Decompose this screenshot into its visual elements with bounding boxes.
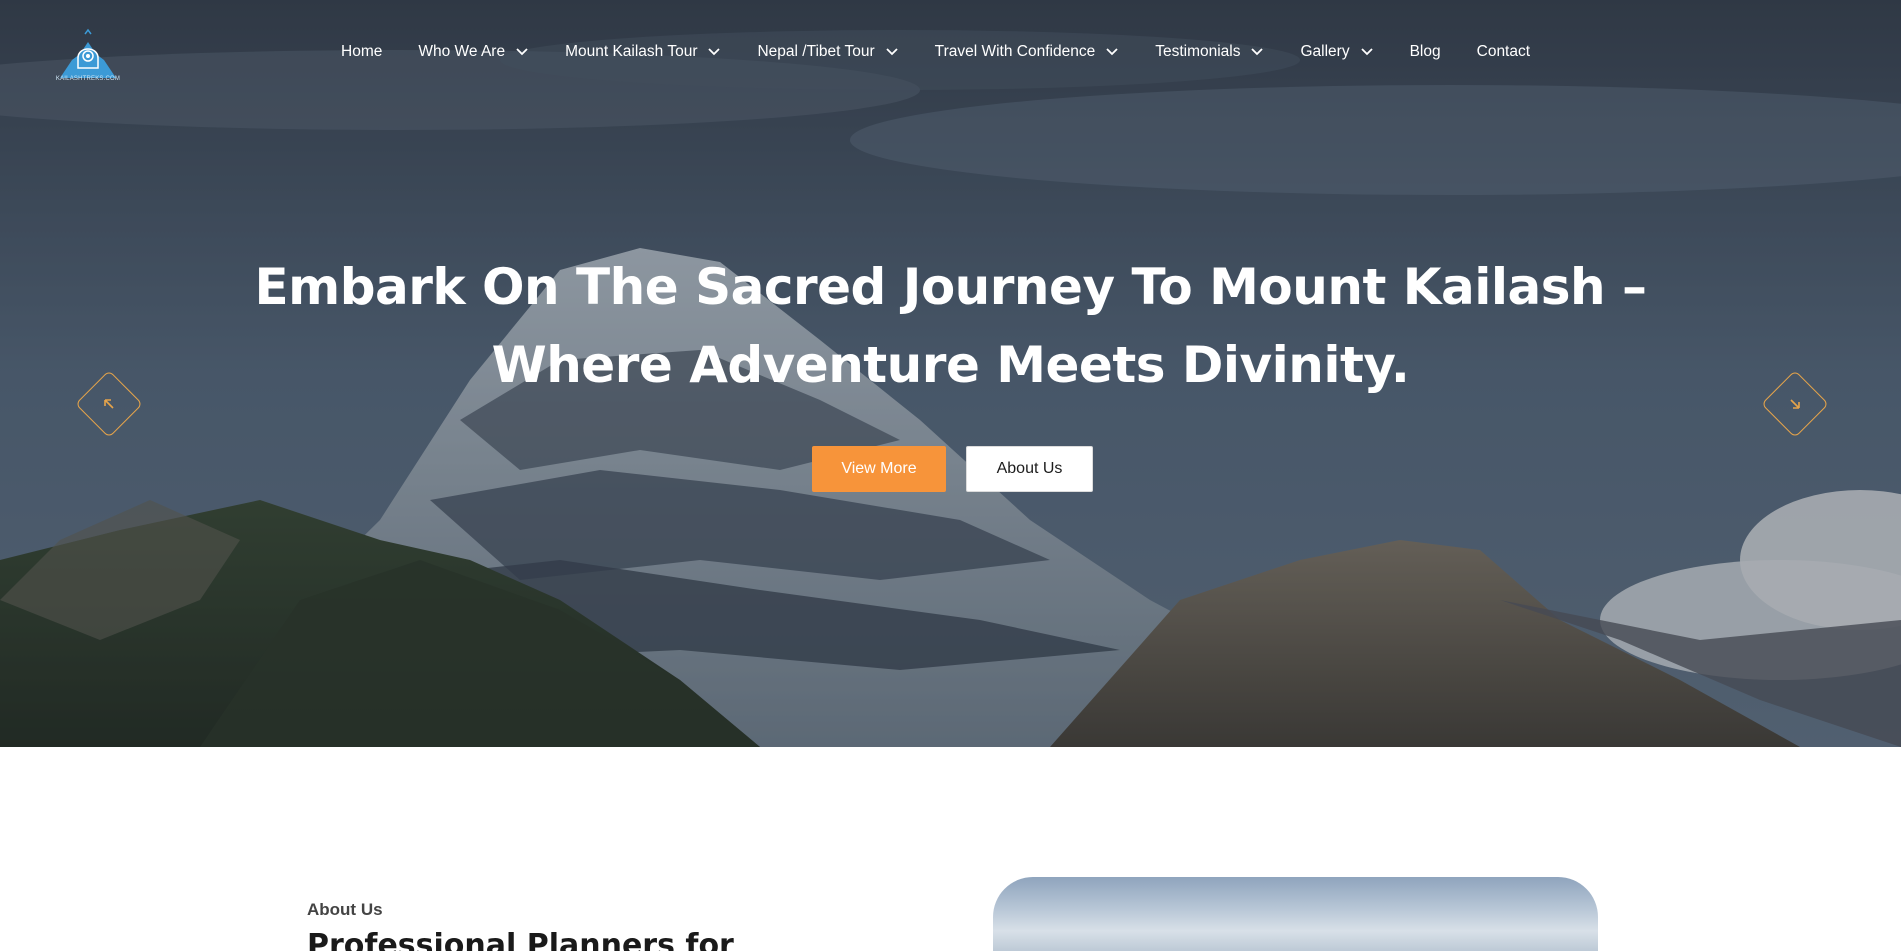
nav-item-label: Travel With Confidence <box>934 43 1096 60</box>
about-section-heading: Professional Planners for <box>307 928 734 951</box>
arrow-up-left-icon <box>104 399 114 409</box>
hero-title: Embark On The Sacred Journey To Mount Ka… <box>250 248 1651 404</box>
nav-item-travel-with-confidence[interactable]: Travel With Confidence <box>935 43 1120 61</box>
chevron-down-icon <box>1106 48 1118 56</box>
logo-text: KAILASHTREKS.COM <box>55 76 121 82</box>
hero-banner: KAILASHTREKS.COM Home Who We Are Mount K… <box>0 0 1901 747</box>
nav-item-label: Who We Are <box>418 43 506 60</box>
nav-item-gallery[interactable]: Gallery <box>1300 43 1373 61</box>
nav-item-label: Testimonials <box>1155 43 1241 60</box>
nav-item-contact[interactable]: Contact <box>1477 43 1530 61</box>
about-us-button[interactable]: About Us <box>966 446 1093 492</box>
nav-item-label: Nepal /Tibet Tour <box>757 43 875 60</box>
nav-item-label: Blog <box>1409 43 1441 60</box>
about-section-image <box>993 877 1598 951</box>
chevron-down-icon <box>1360 48 1373 56</box>
nav-item-label: Mount Kailash Tour <box>565 43 698 60</box>
chevron-down-icon <box>886 48 898 56</box>
nav-item-who-we-are[interactable]: Who We Are <box>418 43 529 61</box>
hero-title-line2: Where Adventure Meets Divinity. <box>491 336 1410 394</box>
view-more-button[interactable]: View More <box>812 446 946 492</box>
nav-item-nepal-tibet-tour[interactable]: Nepal /Tibet Tour <box>757 43 898 61</box>
nav-item-testimonials[interactable]: Testimonials <box>1155 43 1264 61</box>
nav-item-label: Home <box>341 43 383 60</box>
chevron-down-icon <box>708 48 721 56</box>
nav-item-mount-kailash-tour[interactable]: Mount Kailash Tour <box>565 43 721 61</box>
about-section-label: About Us <box>307 900 383 919</box>
chevron-down-icon <box>1251 48 1264 56</box>
nav-item-label: Contact <box>1476 43 1531 60</box>
arrow-down-right-icon <box>1790 399 1800 409</box>
nav-item-label: Gallery <box>1300 43 1350 60</box>
main-navigation: Home Who We Are Mount Kailash Tour Nepal… <box>341 40 1530 64</box>
nav-item-home[interactable]: Home <box>341 43 382 61</box>
nav-item-blog[interactable]: Blog <box>1410 43 1441 61</box>
chevron-down-icon <box>516 48 528 56</box>
hero-title-line1: Embark On The Sacred Journey To Mount Ka… <box>254 258 1647 316</box>
